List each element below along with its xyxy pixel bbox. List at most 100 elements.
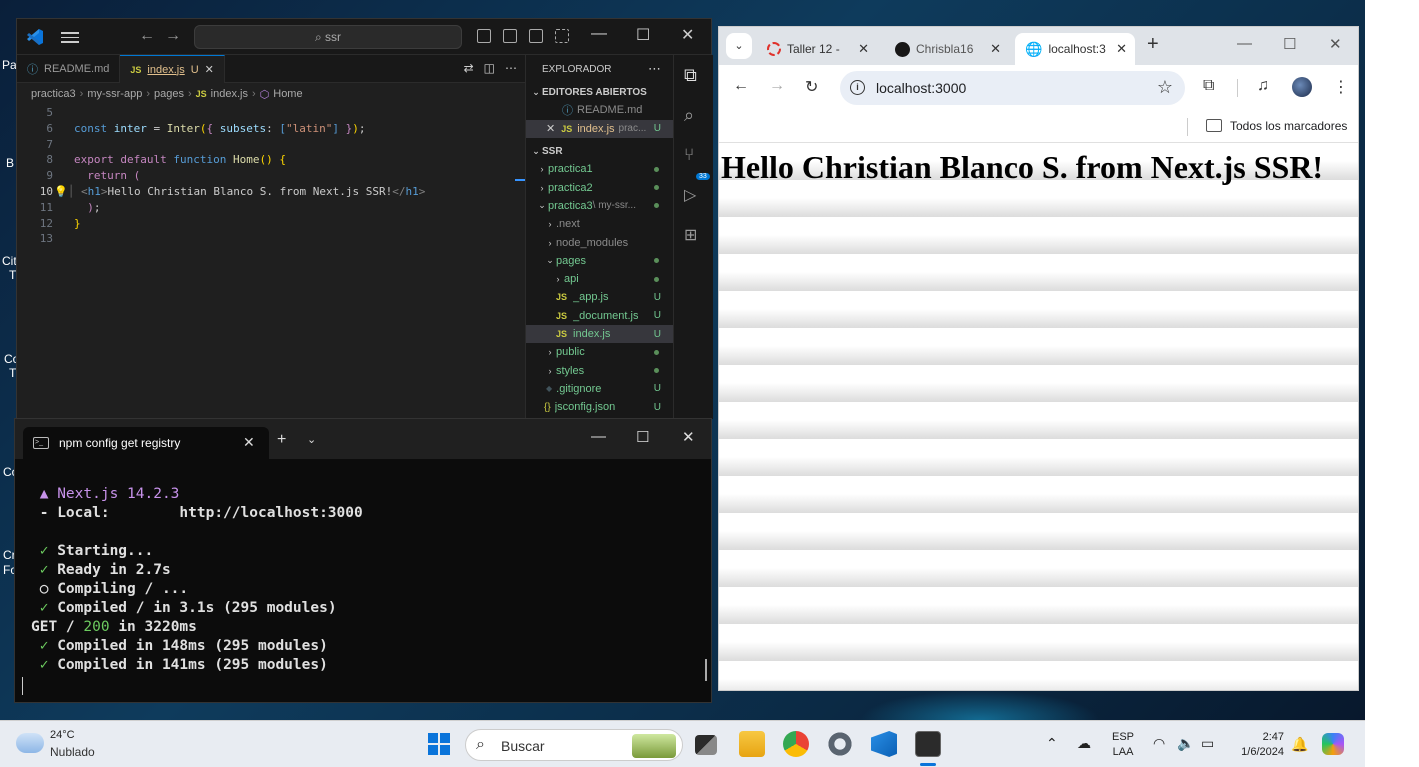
maximize-icon[interactable]: ☐ — [636, 428, 649, 446]
source-control-icon[interactable]: ⑂ — [684, 145, 704, 165]
tree-item[interactable]: JS _document.js U — [526, 307, 673, 325]
run-debug-icon[interactable]: ▷ — [684, 185, 704, 205]
tree-item[interactable]: › node_modules — [526, 233, 673, 251]
maximize-icon[interactable]: ☐ — [1283, 35, 1296, 53]
system-clock[interactable]: 2:47 1/6/2024 — [1232, 730, 1284, 760]
breadcrumb-item[interactable]: Home — [273, 88, 302, 100]
breadcrumb-item[interactable]: index.js — [211, 88, 248, 100]
chevron-down-icon[interactable]: ⌄ — [307, 433, 316, 446]
wifi-icon[interactable]: ◠ — [1153, 735, 1165, 752]
toggle-primary-sidebar-icon[interactable] — [477, 29, 491, 43]
desktop-icon-label[interactable]: Pa — [2, 58, 17, 72]
tree-item[interactable]: JS _app.js U — [526, 288, 673, 306]
close-tab-icon[interactable]: ✕ — [243, 434, 255, 451]
maximize-icon[interactable]: ☐ — [636, 25, 650, 45]
minimize-icon[interactable]: — — [1237, 35, 1252, 52]
chrome-icon[interactable] — [783, 731, 809, 757]
browser-tab[interactable]: Taller 12 - ✕ — [757, 33, 877, 65]
code-editor[interactable]: 5 6 const inter = Inter({ subsets: ["lati… — [17, 105, 525, 247]
close-icon[interactable]: ✕ — [681, 25, 694, 45]
task-view-icon[interactable] — [695, 735, 717, 755]
open-changes-icon[interactable]: ⇄ — [464, 61, 474, 75]
minimize-icon[interactable]: — — [591, 428, 606, 445]
back-arrow-icon[interactable]: ← — [139, 27, 155, 45]
lightbulb-icon[interactable]: 💡 — [54, 185, 68, 198]
more-actions-icon[interactable]: ⋯ — [648, 61, 661, 77]
more-actions-icon[interactable]: ⋯ — [505, 61, 517, 75]
menu-icon[interactable] — [61, 29, 79, 45]
open-editor-index-js[interactable]: ✕ JS index.js prac... U — [526, 119, 673, 138]
breadcrumb-item[interactable]: my-ssr-app — [87, 88, 142, 100]
tree-item[interactable]: › public — [526, 343, 673, 361]
customize-layout-icon[interactable] — [555, 29, 569, 43]
terminal-output[interactable]: ▲ Next.js 14.2.3 - Local: http://localho… — [15, 459, 711, 675]
minimize-icon[interactable]: — — [591, 25, 607, 43]
windows-start-icon[interactable] — [428, 733, 450, 755]
extensions-icon[interactable]: ⊞ — [684, 225, 704, 245]
copilot-icon[interactable] — [1322, 733, 1344, 755]
open-editors-section[interactable]: ⌄ EDITORES ABIERTOS — [526, 83, 673, 101]
search-icon[interactable]: ⌕ — [684, 105, 704, 125]
split-editor-icon[interactable]: ◫ — [484, 61, 495, 75]
media-control-icon[interactable]: ♫ — [1257, 77, 1269, 95]
forward-arrow-icon[interactable]: → — [769, 77, 785, 95]
settings-gear-icon[interactable] — [827, 731, 853, 757]
tree-item[interactable]: › styles — [526, 361, 673, 379]
bookmark-star-icon[interactable]: ☆ — [1157, 77, 1173, 98]
breadcrumb-item[interactable]: practica3 — [31, 88, 76, 100]
close-tab-icon[interactable]: ✕ — [1116, 41, 1127, 57]
new-tab-icon[interactable]: + — [1147, 33, 1159, 56]
close-icon[interactable]: ✕ — [546, 122, 555, 135]
back-arrow-icon[interactable]: ← — [733, 77, 749, 95]
tree-item[interactable]: › practica2 — [526, 178, 673, 196]
breadcrumb-item[interactable]: pages — [154, 88, 184, 100]
close-tab-icon[interactable]: ✕ — [990, 41, 1001, 57]
terminal-icon[interactable] — [915, 731, 941, 757]
new-tab-icon[interactable]: + — [277, 431, 286, 449]
browser-tab-active[interactable]: 🌐 localhost:3 ✕ — [1015, 33, 1135, 65]
notification-bell-icon[interactable]: 🔔 — [1291, 736, 1308, 753]
browser-tab[interactable]: Chrisbla16 ✕ — [885, 33, 1009, 65]
all-bookmarks-button[interactable]: Todos los marcadores — [1230, 119, 1347, 133]
tab-index-js[interactable]: JS index.js U ✕ — [120, 55, 225, 83]
close-icon[interactable]: ✕ — [682, 428, 695, 446]
tree-item[interactable]: ⌄ pages — [526, 252, 673, 270]
tree-item[interactable]: › practica1 — [526, 160, 673, 178]
close-tab-icon[interactable]: ✕ — [858, 41, 869, 57]
volume-icon[interactable]: 🔈 — [1177, 735, 1194, 752]
tab-search-icon[interactable]: ⌄ — [726, 33, 752, 59]
onedrive-cloud-icon[interactable]: ☁ — [1077, 735, 1091, 752]
address-bar[interactable]: i localhost:3000 ☆ — [840, 71, 1185, 105]
tree-item[interactable]: ⌄ practica3 \ my-ssr... — [526, 197, 673, 215]
desktop-icon-label[interactable]: Cit — [2, 254, 17, 268]
toggle-panel-icon[interactable] — [503, 29, 517, 43]
close-tab-icon[interactable]: ✕ — [205, 63, 214, 76]
taskbar-search[interactable]: ⌕ Buscar — [465, 729, 683, 761]
chrome-menu-icon[interactable]: ⋮ — [1333, 77, 1349, 97]
command-search-input[interactable]: ⌕ ssr — [194, 25, 462, 49]
weather-description[interactable]: Nublado — [50, 745, 95, 759]
close-icon[interactable]: ✕ — [1329, 35, 1342, 53]
file-explorer-icon[interactable] — [739, 731, 765, 757]
explorer-icon[interactable]: ⧉ — [684, 65, 704, 85]
profile-avatar[interactable] — [1292, 77, 1312, 97]
forward-arrow-icon[interactable]: → — [165, 27, 181, 45]
tree-item[interactable]: › .next — [526, 215, 673, 233]
tree-item[interactable]: ◆ .gitignore U — [526, 380, 673, 398]
cloud-icon[interactable] — [16, 733, 44, 753]
site-info-icon[interactable]: i — [850, 80, 865, 95]
chevron-up-icon[interactable]: ⌃ — [1046, 735, 1058, 752]
battery-icon[interactable]: ▭ — [1201, 735, 1214, 752]
terminal-scrollbar[interactable] — [705, 659, 707, 681]
vscode-icon[interactable] — [871, 731, 897, 757]
weather-temperature[interactable]: 24°C — [50, 729, 75, 741]
workspace-section[interactable]: ⌄ SSR — [526, 142, 673, 160]
terminal-tab[interactable]: >_ npm config get registry ✕ — [23, 427, 269, 459]
desktop-icon-label[interactable]: B — [6, 156, 14, 170]
tab-readme[interactable]: ⓘ README.md — [17, 55, 121, 83]
tree-item[interactable]: › api — [526, 270, 673, 288]
reload-icon[interactable]: ↻ — [805, 77, 818, 97]
extensions-icon[interactable]: ⧉ — [1203, 77, 1214, 95]
language-indicator[interactable]: ESP LAA — [1112, 730, 1134, 760]
tree-item[interactable]: {} jsconfig.json U — [526, 398, 673, 416]
